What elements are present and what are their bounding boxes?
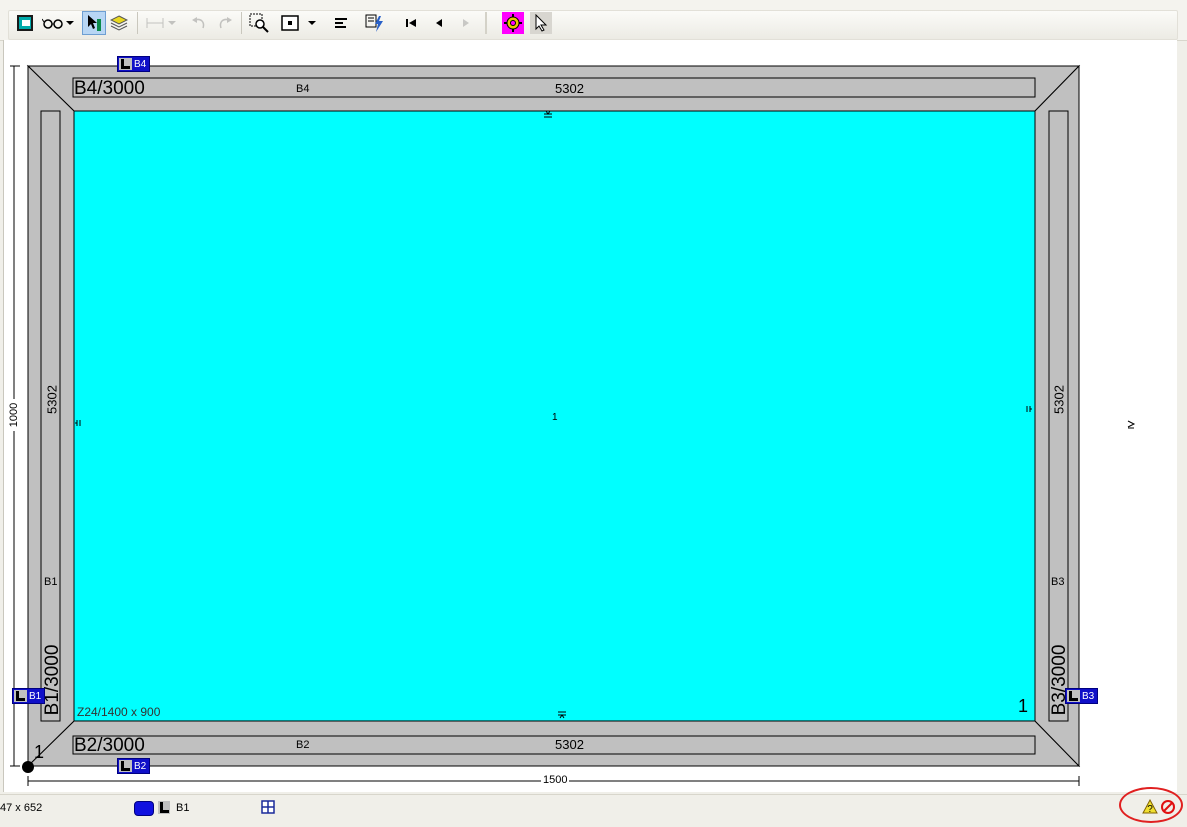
top-rail: [72, 77, 1036, 98]
align-left-icon: [335, 18, 347, 28]
cursor-button[interactable]: [530, 12, 552, 34]
chevron-down-icon: [168, 21, 176, 25]
previous-icon: [436, 19, 442, 27]
undo-button[interactable]: [188, 12, 210, 34]
lightning-button[interactable]: [364, 12, 386, 34]
right-profile-length: 5302: [1051, 385, 1067, 414]
zoom-select-icon: [249, 13, 269, 33]
profile-l-icon: [119, 58, 132, 70]
redo-button[interactable]: [214, 12, 236, 34]
glass-shape-icon[interactable]: [134, 801, 154, 816]
profile-l-icon: [158, 801, 170, 814]
bottom-rail: [72, 735, 1036, 755]
tag-label: B4: [134, 58, 147, 70]
window-drawing: [10, 64, 1136, 786]
toolbar-strip: [8, 10, 1178, 40]
tag-left-profile[interactable]: B1: [12, 688, 46, 704]
cursor-icon: [535, 14, 548, 32]
tag-label: B2: [134, 760, 147, 772]
glasses-button[interactable]: [41, 12, 65, 34]
bottom-profile-label: B2/3000: [74, 735, 145, 756]
lightning-icon: [365, 14, 383, 32]
profile-l-icon: [1067, 690, 1080, 702]
glass-spec-label: Z24/1400 x 900: [77, 705, 161, 719]
tag-right-profile[interactable]: B3: [1065, 688, 1099, 704]
first-icon: [406, 19, 416, 27]
pointer-figure-icon: [88, 15, 101, 31]
current-profile-label: B1: [176, 802, 190, 814]
settings-gear-button[interactable]: [502, 12, 524, 34]
toolbar-separator: [241, 12, 242, 34]
zoom-window-dropdown[interactable]: [306, 12, 318, 34]
width-dimension: 1500: [541, 774, 570, 786]
status-bar: 47 x 652 B1 ?: [0, 787, 1187, 827]
layers-button[interactable]: [108, 12, 130, 34]
toolbar-separator: [485, 12, 487, 34]
redo-icon: [219, 17, 232, 29]
toolbar: [0, 0, 1187, 41]
bottom-profile-code: B2: [296, 739, 310, 751]
dimension-dropdown[interactable]: [166, 12, 178, 34]
layers-icon: [110, 15, 128, 31]
chevron-down-icon: [308, 21, 316, 25]
chevron-down-icon: [66, 21, 74, 25]
left-profile-length: 5302: [44, 385, 60, 414]
zoom-window-icon: [281, 15, 299, 31]
coordinates-readout: 47 x 652: [0, 802, 43, 814]
tag-label: B3: [1082, 690, 1095, 702]
toolbar-separator: [137, 12, 138, 34]
undo-icon: [192, 17, 205, 29]
first-button[interactable]: [400, 12, 422, 34]
select-tool-button[interactable]: [82, 11, 106, 35]
top-profile-label: B4/3000: [74, 78, 145, 99]
glasses-dropdown[interactable]: [64, 12, 76, 34]
corner-number: 1: [34, 742, 45, 762]
prohibited-icon[interactable]: [1160, 799, 1176, 815]
bottom-profile-length: 5302: [555, 737, 584, 752]
zoom-window-button[interactable]: [279, 12, 301, 34]
origin-point[interactable]: [22, 761, 34, 773]
grid-icon[interactable]: [261, 800, 275, 814]
drawing-canvas[interactable]: B4/3000 B4 5302 B2/3000 B2 5302 B1/3000 …: [3, 40, 1177, 792]
left-profile-label: B1/3000: [42, 644, 63, 716]
svg-text:?: ?: [1147, 804, 1153, 815]
top-profile-code: B4: [296, 83, 310, 95]
view-frame-button[interactable]: [14, 12, 36, 34]
align-left-button[interactable]: [330, 12, 352, 34]
tag-top-profile[interactable]: B4: [117, 56, 151, 72]
glass-number: 1: [1018, 696, 1029, 716]
glasses-icon: [42, 18, 63, 29]
height-dimension: 1000: [8, 399, 20, 431]
right-profile-code: B3: [1051, 576, 1065, 588]
help-warning-icon[interactable]: ?: [1142, 798, 1158, 815]
next-icon: [463, 19, 469, 27]
tag-label: B1: [29, 690, 42, 702]
profile-l-icon: [14, 690, 27, 702]
dimension-icon: [146, 18, 164, 28]
right-profile-label: B3/3000: [1049, 644, 1070, 716]
center-number: 1: [552, 412, 558, 423]
top-profile-length: 5302: [555, 81, 584, 96]
gear-icon: [504, 14, 522, 32]
profile-l-icon: [119, 760, 132, 772]
next-button[interactable]: [455, 12, 477, 34]
tag-bottom-profile[interactable]: B2: [117, 758, 151, 774]
left-profile-code: B1: [44, 576, 58, 588]
previous-button[interactable]: [428, 12, 450, 34]
dimension-button[interactable]: [143, 12, 167, 34]
zoom-select-button[interactable]: [248, 12, 270, 34]
frame-icon: [17, 15, 33, 31]
